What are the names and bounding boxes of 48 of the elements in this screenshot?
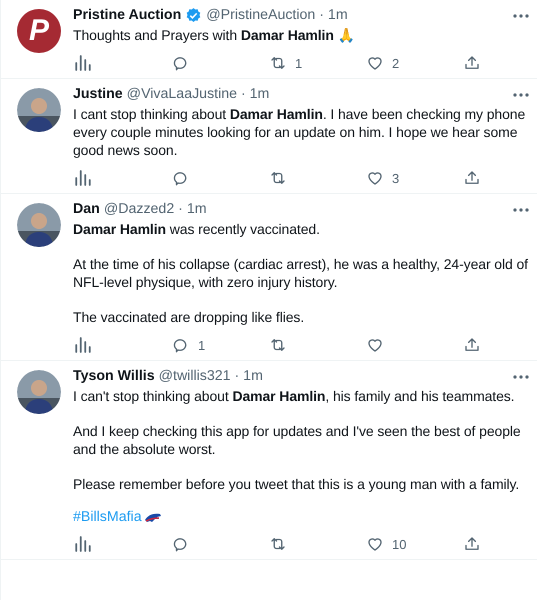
tweet-time[interactable]: · 1m <box>234 367 263 386</box>
tweet-text: And I keep checking this app for updates and I've seen the best of people and the absolute worst. <box>73 422 522 458</box>
more-icon[interactable] <box>512 12 530 18</box>
action-count: 10 <box>392 536 406 552</box>
tweet-time[interactable]: · 1m <box>319 6 348 25</box>
share-icon <box>463 535 481 553</box>
share-icon <box>463 336 481 354</box>
action-count: 1 <box>295 56 302 70</box>
author-name[interactable]: Pristine Auction <box>73 6 182 25</box>
tweet-text: The vaccinated are dropping like flies. <box>73 308 306 326</box>
retweet-button[interactable]: 1 <box>267 54 364 72</box>
retweet-icon <box>269 169 287 187</box>
author-name[interactable]: Dan <box>73 200 100 219</box>
more-icon[interactable] <box>512 206 530 212</box>
share-icon <box>463 54 481 72</box>
action-count: 2 <box>392 56 400 70</box>
tweet-text: Thoughts and Prayers with Damar Hamlin 🙏 <box>73 26 356 44</box>
reply-button[interactable]: 1 <box>170 336 267 354</box>
share-icon <box>463 169 481 187</box>
like-button[interactable]: 2 <box>364 54 461 72</box>
tweet-text: I can't stop thinking about Damar Hamlin, his family and his teammates. <box>73 387 516 405</box>
tweet-text: At the time of his collapse (cardiac arrest), he was a healthy, 24-year old of NFL-level physique, with zero injury history. <box>73 255 529 291</box>
author-name[interactable]: Tyson Willis <box>73 367 155 386</box>
tweet-text: Damar Hamlin was recently vaccinated. <box>73 220 321 238</box>
buffalo-icon <box>144 511 162 523</box>
views-icon <box>75 55 91 71</box>
author-handle[interactable]: @PristineAuction <box>206 6 316 25</box>
views-icon <box>75 170 91 186</box>
action-count: 3 <box>392 170 400 186</box>
avatar-logo[interactable]: P <box>17 9 61 53</box>
views-icon <box>75 337 91 353</box>
tweet-text: I cant stop thinking about Damar Hamlin. I have been checking my phone every couple minutes looking for an update on him. I hope we hear some good news soon. <box>73 105 526 159</box>
tweet-time[interactable]: · 1m <box>241 85 270 104</box>
author-handle[interactable]: @twillis321 <box>158 367 231 386</box>
more-icon[interactable] <box>512 374 530 380</box>
author-name[interactable]: Justine <box>73 85 123 104</box>
retweet-icon <box>269 336 287 354</box>
more-icon[interactable] <box>512 92 530 98</box>
action-count: 1 <box>198 338 206 352</box>
views-icon <box>75 536 91 552</box>
like-button[interactable]: 10 <box>364 535 461 553</box>
retweet-icon <box>269 54 287 72</box>
author-handle[interactable]: @VivaLaaJustine <box>126 85 238 104</box>
retweet-icon <box>269 535 287 553</box>
like-button[interactable]: 3 <box>364 169 461 187</box>
tweet-time[interactable]: · 1m <box>178 200 207 219</box>
tweet-text: Please remember before you tweet that this is a young man with a family. <box>73 475 520 493</box>
author-handle[interactable]: @Dazzed2 <box>104 200 174 219</box>
